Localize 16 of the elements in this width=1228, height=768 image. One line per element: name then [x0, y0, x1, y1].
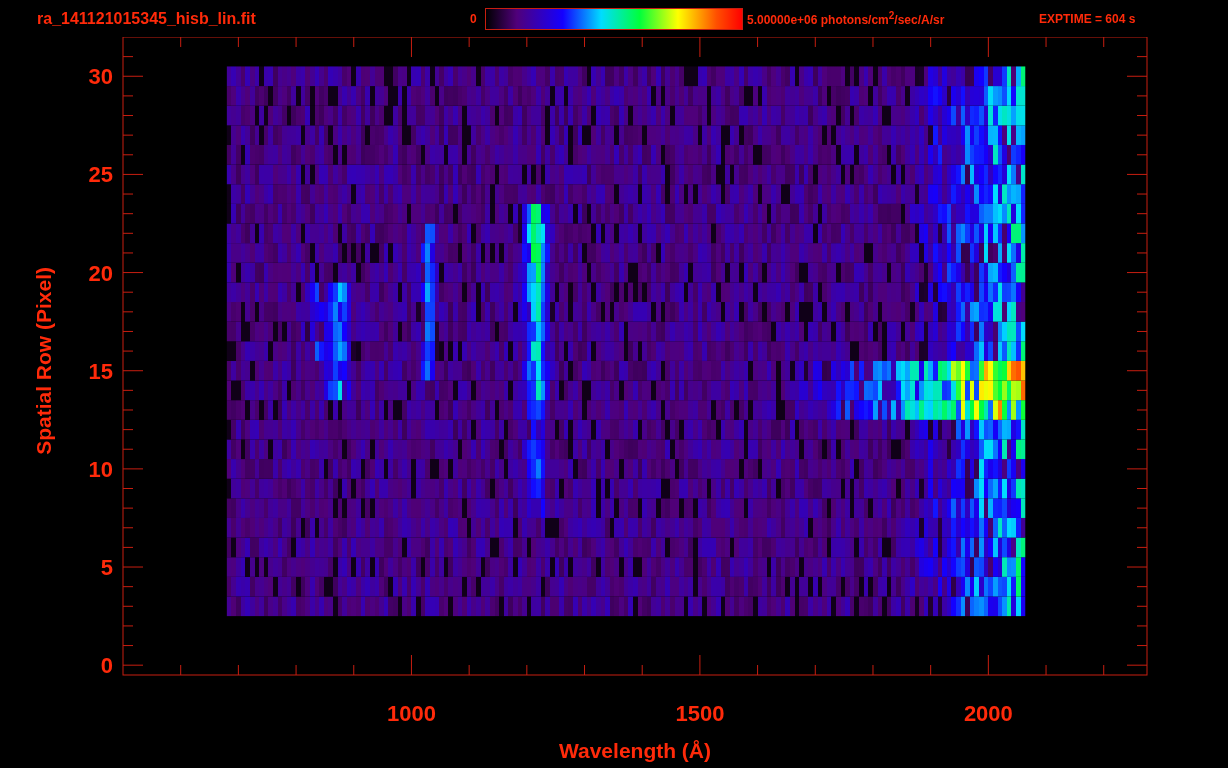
- x-tick-label: 1000: [386, 701, 436, 726]
- colorbar-max-label: 5.00000e+06 photons/cm$^{2}$/sec/A/sr: [747, 10, 946, 27]
- y-tick-label: 10: [88, 456, 113, 482]
- file-name: ra_141121015345_hisb_lin.fit: [37, 9, 257, 28]
- exposure-time: EXPTIME = 604 s: [1039, 11, 1136, 26]
- y-tick-label: 0: [100, 653, 113, 679]
- x-tick-label: 2000: [963, 701, 1013, 726]
- y-tick-label: 25: [88, 162, 113, 188]
- y-axis-title: Spatial Row (Pixel): [32, 266, 55, 455]
- x-axis-title: Wavelength (Å): [558, 739, 712, 762]
- y-tick-label: 15: [88, 358, 113, 384]
- colorbar-min-label: 0: [470, 11, 478, 26]
- x-tick-label: 1500: [675, 701, 725, 726]
- y-tick-label: 30: [88, 64, 113, 90]
- y-tick-label: 5: [100, 555, 113, 581]
- y-tick-label: 20: [88, 260, 113, 286]
